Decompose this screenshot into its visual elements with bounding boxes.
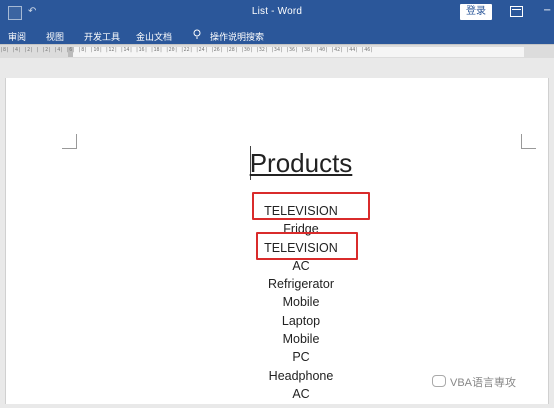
tab-kingsoft-docs[interactable]: 金山文档 — [136, 30, 172, 43]
watermark-text: VBA语言専攻 — [450, 377, 517, 389]
wechat-icon — [432, 375, 446, 387]
ruler-ticks: |8| |4| |2| | |2| |4| |6| |8| |10| |12| … — [0, 47, 374, 53]
list-item: Laptop — [281, 313, 321, 328]
ribbon-display-options-icon[interactable] — [510, 6, 523, 17]
margin-corner-right — [521, 134, 536, 149]
ribbon-tabs: 审阅 视图 开发工具 金山文档 操作说明搜索 — [0, 26, 554, 44]
word-window: ↶ List - Word 登录 − 审阅 视图 开发工具 金山文档 操作说明搜… — [0, 0, 554, 408]
tab-view[interactable]: 视图 — [46, 30, 64, 43]
list-item: Mobile — [282, 295, 320, 310]
margin-corner-left — [62, 134, 77, 149]
title-bar: ↶ List - Word 登录 − — [0, 0, 554, 26]
login-button[interactable]: 登录 — [460, 4, 492, 20]
tell-me-search[interactable]: 操作说明搜索 — [210, 30, 264, 43]
highlight-box-television-2 — [256, 232, 358, 260]
list-item: Refrigerator — [268, 277, 334, 292]
tab-review[interactable]: 审阅 — [8, 30, 26, 43]
minimize-button[interactable]: − — [543, 3, 554, 19]
page-margin-area — [0, 58, 554, 78]
highlight-box-television-1 — [252, 192, 370, 220]
list-item: PC — [292, 350, 310, 365]
document-heading: Products — [249, 148, 353, 178]
list-item: Mobile — [282, 332, 320, 347]
lightbulb-search-icon[interactable] — [192, 29, 202, 39]
watermark: VBA语言専攻 — [432, 374, 516, 390]
tab-developer[interactable]: 开发工具 — [84, 30, 120, 43]
document-page[interactable]: Products TELEVISION Fridge TELEVISION AC… — [5, 78, 549, 404]
